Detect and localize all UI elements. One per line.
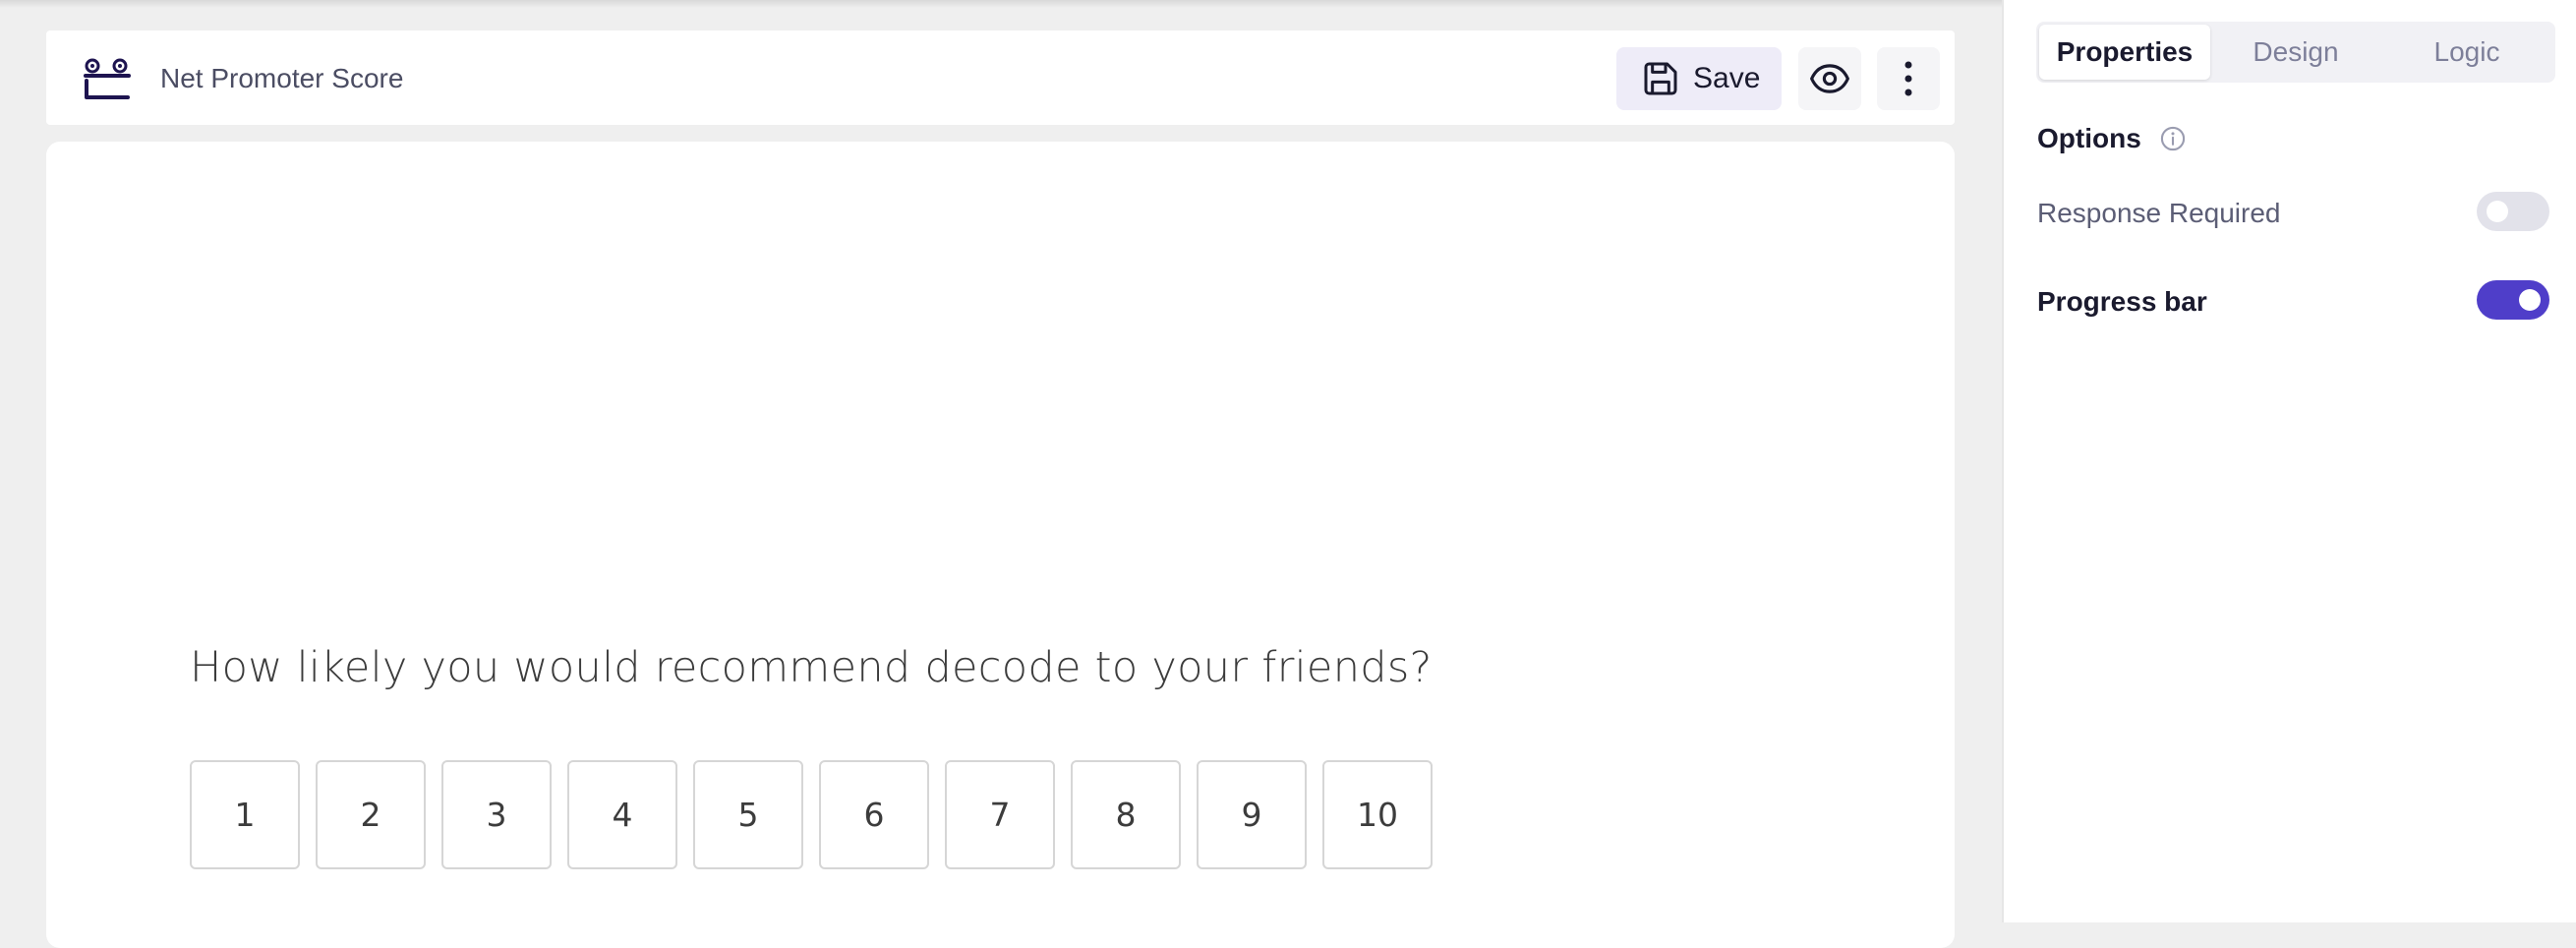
question-text[interactable]: How likely you would recommend decode to… <box>190 643 1433 692</box>
info-icon[interactable] <box>2159 125 2187 152</box>
nps-option[interactable]: 7 <box>945 760 1055 869</box>
nps-option[interactable]: 6 <box>819 760 929 869</box>
save-icon <box>1644 62 1677 95</box>
nps-option[interactable]: 2 <box>316 760 426 869</box>
options-heading: Options <box>2037 123 2187 154</box>
toggle-knob <box>2519 289 2541 311</box>
editor-header: Net Promoter Score Save <box>46 30 1955 125</box>
nps-option[interactable]: 8 <box>1071 760 1181 869</box>
eye-icon <box>1810 64 1849 93</box>
toggle-knob <box>2487 201 2508 222</box>
nps-option[interactable]: 3 <box>441 760 552 869</box>
nps-option[interactable]: 9 <box>1197 760 1307 869</box>
nps-option[interactable]: 1 <box>190 760 300 869</box>
nps-scale: 1 2 3 4 5 6 7 8 9 10 <box>190 760 1448 869</box>
nps-option[interactable]: 10 <box>1322 760 1433 869</box>
response-required-toggle[interactable] <box>2477 192 2549 231</box>
tab-design[interactable]: Design <box>2210 25 2381 80</box>
progress-bar-label: Progress bar <box>2037 286 2207 317</box>
more-vertical-icon <box>1904 61 1912 96</box>
panel-tabs: Properties Design Logic <box>2036 22 2555 83</box>
tab-properties[interactable]: Properties <box>2039 25 2210 80</box>
top-shadow <box>0 0 2002 8</box>
options-heading-label: Options <box>2037 123 2141 153</box>
save-button-label: Save <box>1693 62 1761 94</box>
preview-button[interactable] <box>1798 47 1861 110</box>
progress-bar-toggle[interactable] <box>2477 280 2549 320</box>
question-canvas: How likely you would recommend decode to… <box>46 142 1955 948</box>
nps-option[interactable]: 5 <box>693 760 803 869</box>
more-options-button[interactable] <box>1877 47 1940 110</box>
save-button[interactable]: Save <box>1616 47 1782 110</box>
properties-panel: Properties Design Logic Options Response… <box>2002 0 2576 922</box>
tab-logic[interactable]: Logic <box>2381 25 2552 80</box>
logo-icon <box>84 58 131 99</box>
form-title: Net Promoter Score <box>160 63 404 93</box>
response-required-label: Response Required <box>2037 198 2281 228</box>
nps-option[interactable]: 4 <box>567 760 677 869</box>
